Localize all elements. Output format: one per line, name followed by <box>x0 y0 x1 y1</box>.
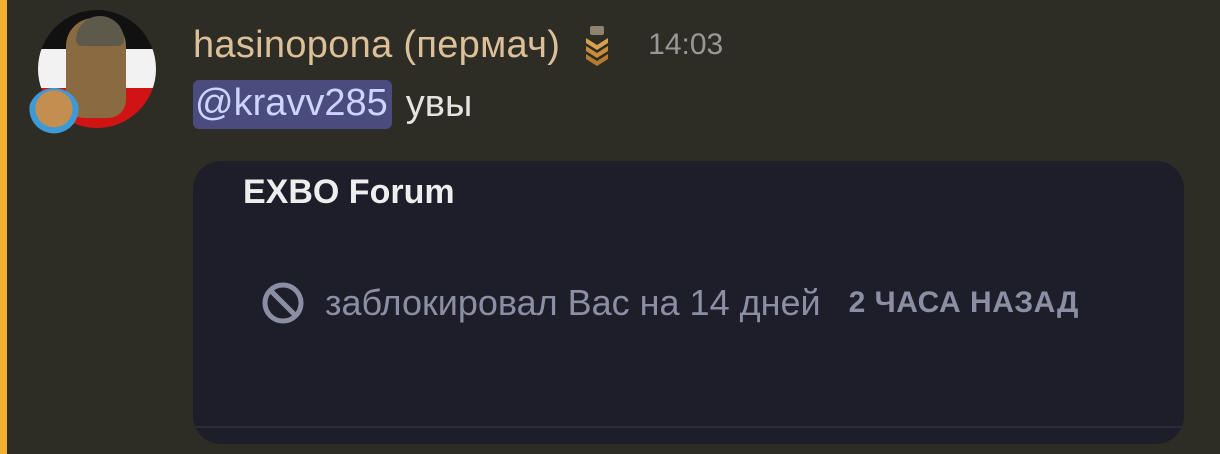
message-text: увы <box>405 82 473 125</box>
notification-time: 2 ЧАСА НАЗАД <box>848 286 1079 319</box>
ban-icon <box>261 281 305 325</box>
capybara-decoration-icon <box>28 88 80 140</box>
message-content: @kravv285 увы <box>193 76 472 132</box>
embed-divider <box>193 426 1184 428</box>
ban-description: заблокировал Вас на 14 дней <box>325 282 821 323</box>
chat-message: hasinopona (пермач) 14:03 @kravv285 увы … <box>0 0 1220 454</box>
author-name[interactable]: hasinopona (пермач) <box>193 24 560 67</box>
embed-notification-row: заблокировал Вас на 14 дней 2 ЧАСА НАЗАД <box>261 281 1079 325</box>
avatar-container[interactable] <box>28 10 158 140</box>
message-header: hasinopona (пермач) 14:03 <box>193 20 723 70</box>
rank-chevron-icon[interactable] <box>584 26 610 66</box>
embed-title[interactable]: EXBO Forum <box>243 173 455 212</box>
user-mention[interactable]: @kravv285 <box>193 79 392 129</box>
mention-highlight-bar <box>0 0 7 454</box>
link-embed: EXBO Forum заблокировал Вас на 14 дней 2… <box>193 161 1184 444</box>
message-timestamp[interactable]: 14:03 <box>648 28 723 62</box>
